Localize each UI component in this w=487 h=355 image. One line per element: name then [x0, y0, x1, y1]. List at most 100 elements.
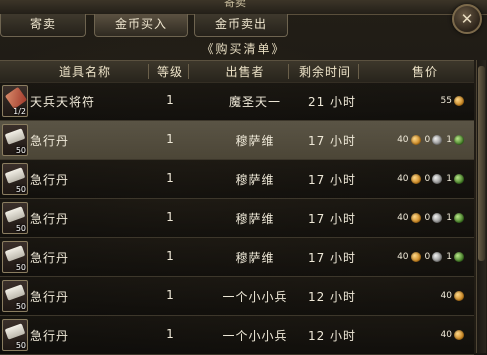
- item-level: 1: [166, 171, 174, 185]
- remaining-time: 17 小时: [307, 134, 357, 148]
- item-level: 1: [166, 132, 174, 146]
- column-divider: [358, 64, 359, 79]
- remaining-time: 17 小时: [307, 173, 357, 187]
- item-quantity: 1/2: [13, 107, 26, 116]
- window-title: 寄卖: [224, 0, 246, 9]
- col-time[interactable]: 剩余时间: [290, 63, 360, 80]
- jade-amount: 1: [446, 174, 452, 184]
- talisman-icon[interactable]: 1/2: [2, 85, 28, 117]
- gold-coin-icon: [410, 213, 421, 223]
- col-level[interactable]: 等级: [150, 63, 190, 80]
- seller-name: 一个小小兵: [222, 329, 288, 343]
- jade-coin-icon: [454, 135, 464, 145]
- table-row[interactable]: 50 急行丹 1 一个小小兵 12 小时 40: [0, 316, 474, 355]
- table-row[interactable]: 1/2 天兵天将符 1 魔圣天一 21 小时 55: [0, 82, 474, 121]
- list-scrollbar[interactable]: [476, 60, 486, 353]
- table-row[interactable]: 50 急行丹 1 穆萨维 17 小时 40 0 1: [0, 121, 474, 160]
- item-price: 40: [441, 289, 468, 303]
- scroll-graphic: [4, 245, 26, 262]
- scroll-icon[interactable]: 50: [2, 241, 28, 273]
- table-row[interactable]: 50 急行丹 1 穆萨维 17 小时 40 0 1: [0, 199, 474, 238]
- item-name: 急行丹: [30, 134, 70, 148]
- item-price: 40 0 1: [397, 211, 468, 225]
- gold-coin-icon: [410, 135, 421, 145]
- item-name: 急行丹: [30, 329, 70, 343]
- auction-window: 寄卖 ✕ 寄卖 金币买入 金币卖出 《购买清单》 道具名称 等级 出售者 剩余时…: [0, 0, 487, 355]
- silver-coin-icon: [432, 174, 443, 184]
- close-button[interactable]: ✕: [452, 4, 482, 34]
- jade-coin-icon: [454, 174, 464, 184]
- seller-name: 穆萨维: [235, 134, 275, 148]
- tab-consignment[interactable]: 寄卖: [0, 14, 86, 37]
- silver-amount: 0: [424, 135, 431, 145]
- item-quantity: 50: [15, 341, 26, 350]
- jade-coin-icon: [454, 252, 464, 262]
- silver-coin-icon: [432, 213, 443, 223]
- remaining-time: 17 小时: [307, 251, 357, 265]
- scroll-icon[interactable]: 50: [2, 202, 28, 234]
- tab-gold-buy[interactable]: 金币买入: [94, 14, 188, 37]
- column-divider: [148, 64, 149, 79]
- item-name: 急行丹: [30, 173, 70, 187]
- seller-name: 魔圣天一: [228, 95, 281, 109]
- seller-name: 一个小小兵: [222, 290, 288, 304]
- table-row[interactable]: 50 急行丹 1 穆萨维 17 小时 40 0 1: [0, 160, 474, 199]
- scroll-icon[interactable]: 50: [2, 280, 28, 312]
- item-level: 1: [166, 210, 174, 224]
- item-quantity: 50: [15, 185, 26, 194]
- item-name: 急行丹: [30, 290, 70, 304]
- table-header: 道具名称 等级 出售者 剩余时间 售价: [0, 60, 474, 83]
- silver-amount: 0: [424, 252, 431, 262]
- tab-bar: 寄卖 金币买入 金币卖出: [0, 14, 440, 37]
- gold-coin-icon: [454, 330, 464, 340]
- item-level: 1: [166, 327, 174, 341]
- remaining-time: 21 小时: [307, 95, 357, 109]
- gold-coin-icon: [410, 252, 421, 262]
- item-price: 40 0 1: [397, 250, 468, 264]
- item-price: 40: [441, 328, 468, 342]
- table-row[interactable]: 50 急行丹 1 一个小小兵 12 小时 40: [0, 277, 474, 316]
- col-seller[interactable]: 出售者: [200, 63, 290, 80]
- seller-name: 穆萨维: [235, 212, 275, 226]
- tab-gold-sell[interactable]: 金币卖出: [194, 14, 288, 37]
- gold-amount: 40: [440, 291, 452, 301]
- close-icon: ✕: [460, 10, 474, 28]
- item-price: 55: [441, 94, 468, 108]
- item-price: 40 0 1: [397, 133, 468, 147]
- col-name[interactable]: 道具名称: [30, 63, 140, 80]
- seller-name: 穆萨维: [235, 173, 275, 187]
- scroll-graphic: [4, 323, 26, 340]
- item-level: 1: [166, 249, 174, 263]
- scroll-icon[interactable]: 50: [2, 163, 28, 195]
- scroll-graphic: [4, 167, 26, 184]
- gold-coin-icon: [410, 174, 421, 184]
- silver-amount: 0: [424, 174, 431, 184]
- item-quantity: 50: [15, 263, 26, 272]
- item-name: 急行丹: [30, 212, 70, 226]
- gold-amount: 40: [397, 174, 409, 184]
- jade-amount: 1: [446, 252, 452, 262]
- scroll-icon[interactable]: 50: [2, 319, 28, 351]
- jade-coin-icon: [454, 213, 464, 223]
- item-level: 1: [166, 288, 174, 302]
- scroll-graphic: [4, 128, 26, 145]
- column-divider: [188, 64, 189, 79]
- gold-amount: 40: [440, 330, 452, 340]
- item-quantity: 50: [15, 302, 26, 311]
- col-price[interactable]: 售价: [380, 63, 470, 80]
- table-row[interactable]: 50 急行丹 1 穆萨维 17 小时 40 0 1: [0, 238, 474, 277]
- item-quantity: 50: [15, 224, 26, 233]
- silver-coin-icon: [432, 135, 443, 145]
- seller-name: 穆萨维: [235, 251, 275, 265]
- gold-amount: 40: [397, 213, 409, 223]
- item-price: 40 0 1: [397, 172, 468, 186]
- scrollbar-thumb[interactable]: [478, 66, 485, 261]
- scroll-graphic: [4, 206, 26, 223]
- gold-amount: 40: [397, 135, 409, 145]
- gold-coin-icon: [454, 96, 464, 106]
- scroll-icon[interactable]: 50: [2, 124, 28, 156]
- silver-coin-icon: [432, 252, 443, 262]
- item-quantity: 50: [15, 146, 26, 155]
- window-title-bar: 寄卖: [0, 0, 487, 15]
- jade-amount: 1: [446, 213, 452, 223]
